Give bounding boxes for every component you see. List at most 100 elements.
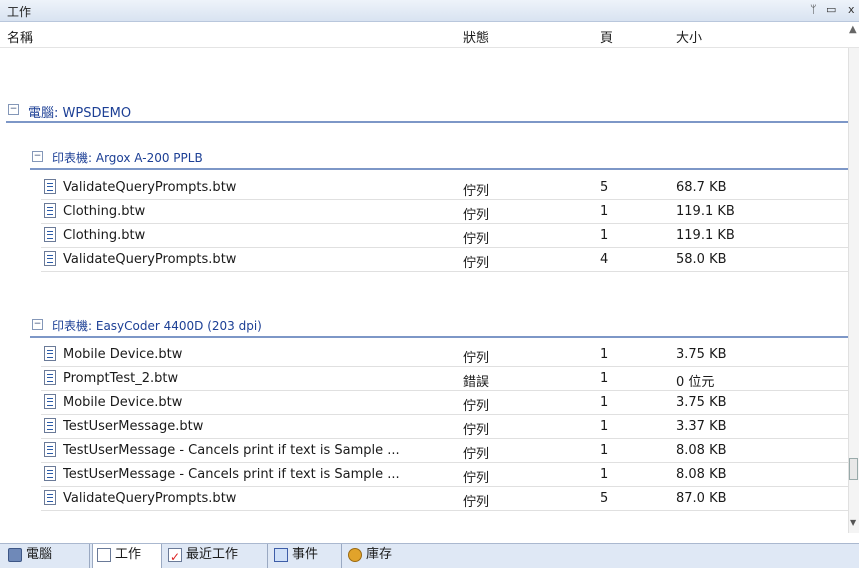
computer-group-header[interactable]: − 電腦: WPSDEMO [6,99,848,123]
panel-title-bar: 工作 ᛘ ▭ x [0,0,859,22]
job-size: 8.08 KB [676,443,727,458]
computer-icon [8,548,22,562]
printer-group-header[interactable]: − 印表機: EasyCoder 4400D (203 dpi) [30,314,848,338]
job-row[interactable]: ValidateQueryPrompts.btw 佇列 5 68.7 KB [41,176,848,200]
job-status: 佇列 [463,447,490,462]
job-name: ValidateQueryPrompts.btw [63,491,237,506]
document-icon [44,394,56,409]
printer-group-header[interactable]: − 印表機: Argox A-200 PPLB [30,146,848,170]
job-name: ValidateQueryPrompts.btw [63,180,237,195]
job-status: 佇列 [463,423,490,438]
job-pages: 1 [600,419,609,434]
document-icon [44,442,56,457]
job-pages: 1 [600,204,609,219]
collapse-toggle-icon[interactable]: − [32,151,43,162]
job-name: TestUserMessage - Cancels print if text … [63,467,400,482]
job-size: 3.75 KB [676,395,727,410]
job-status: 佇列 [463,351,490,366]
restore-icon[interactable]: ▭ [826,3,836,17]
tab-events[interactable]: 事件 [270,544,342,568]
document-icon [44,370,56,385]
job-status: 佇列 [463,256,490,271]
document-icon [44,227,56,242]
job-row[interactable]: ValidateQueryPrompts.btw 佇列 4 58.0 KB [41,248,848,272]
events-icon [274,548,288,562]
job-status: 佇列 [463,184,490,199]
document-icon [44,466,56,481]
scroll-up-arrow-icon[interactable]: ▲ [849,24,857,35]
tab-label: 庫存 [366,547,393,562]
collapse-toggle-icon[interactable]: − [32,319,43,330]
scroll-down-arrow-icon[interactable]: ▼ [850,518,856,527]
column-header-name[interactable]: 名稱 [7,27,33,46]
job-pages: 1 [600,467,609,482]
job-status: 佇列 [463,495,490,510]
document-icon [97,548,111,562]
column-header-row: 名稱 狀態 頁 大小 ▲ [0,22,859,48]
tab-recent-jobs[interactable]: 最近工作 [164,544,268,568]
job-size: 8.08 KB [676,467,727,482]
job-pages: 1 [600,371,609,386]
job-status: 佇列 [463,471,490,486]
column-header-pages[interactable]: 頁 [600,27,613,46]
job-status: 錯誤 [463,375,490,390]
document-icon [44,490,56,505]
job-status: 佇列 [463,232,490,247]
tab-computer[interactable]: 電腦 [4,544,90,568]
job-pages: 1 [600,347,609,362]
job-size: 3.37 KB [676,419,727,434]
job-name: PromptTest_2.btw [63,371,179,386]
job-row[interactable]: ValidateQueryPrompts.btw 佇列 5 87.0 KB [41,487,848,511]
job-pages: 5 [600,491,609,506]
job-row[interactable]: TestUserMessage.btw 佇列 1 3.37 KB [41,415,848,439]
job-row[interactable]: Clothing.btw 佇列 1 119.1 KB [41,224,848,248]
job-size: 68.7 KB [676,180,727,195]
job-row[interactable]: Clothing.btw 佇列 1 119.1 KB [41,200,848,224]
job-name: Mobile Device.btw [63,347,183,362]
scrollbar-thumb[interactable] [849,458,858,480]
job-row[interactable]: TestUserMessage - Cancels print if text … [41,463,848,487]
job-name: TestUserMessage.btw [63,419,204,434]
job-size: 0 位元 [676,375,715,390]
job-status: 佇列 [463,399,490,414]
document-icon [44,251,56,266]
pin-icon[interactable]: ᛘ [810,3,817,17]
printer-group-label: 印表機: EasyCoder 4400D (203 dpi) [52,319,262,333]
job-pages: 5 [600,180,609,195]
job-row[interactable]: Mobile Device.btw 佇列 1 3.75 KB [41,391,848,415]
job-status: 佇列 [463,208,490,223]
job-row[interactable]: TestUserMessage - Cancels print if text … [41,439,848,463]
printer-group-label: 印表機: Argox A-200 PPLB [52,151,203,165]
job-size: 58.0 KB [676,252,727,267]
job-size: 87.0 KB [676,491,727,506]
job-name: Clothing.btw [63,204,146,219]
job-pages: 1 [600,228,609,243]
job-name: TestUserMessage - Cancels print if text … [63,443,400,458]
recent-jobs-icon [168,546,182,568]
tab-label: 工作 [115,547,142,562]
inventory-icon [348,548,362,562]
column-header-status[interactable]: 狀態 [463,27,489,46]
job-name: ValidateQueryPrompts.btw [63,252,237,267]
panel-title: 工作 [7,5,32,19]
document-icon [44,203,56,218]
job-size: 3.75 KB [676,347,727,362]
column-header-size[interactable]: 大小 [676,27,702,46]
job-row[interactable]: Mobile Device.btw 佇列 1 3.75 KB [41,343,848,367]
job-row[interactable]: PromptTest_2.btw 錯誤 1 0 位元 [41,367,848,391]
document-icon [44,418,56,433]
tab-label: 電腦 [26,547,53,562]
collapse-toggle-icon[interactable]: − [8,104,19,115]
job-pages: 1 [600,395,609,410]
job-name: Clothing.btw [63,228,146,243]
tab-jobs[interactable]: 工作 [92,544,162,568]
job-pages: 4 [600,252,609,267]
tab-label: 事件 [292,547,319,562]
job-pages: 1 [600,443,609,458]
close-icon[interactable]: x [848,3,855,17]
job-name: Mobile Device.btw [63,395,183,410]
tab-inventory[interactable]: 庫存 [344,544,416,568]
document-icon [44,179,56,194]
bottom-tab-bar: 電腦 工作 最近工作 事件 庫存 [0,543,859,568]
job-size: 119.1 KB [676,228,735,243]
